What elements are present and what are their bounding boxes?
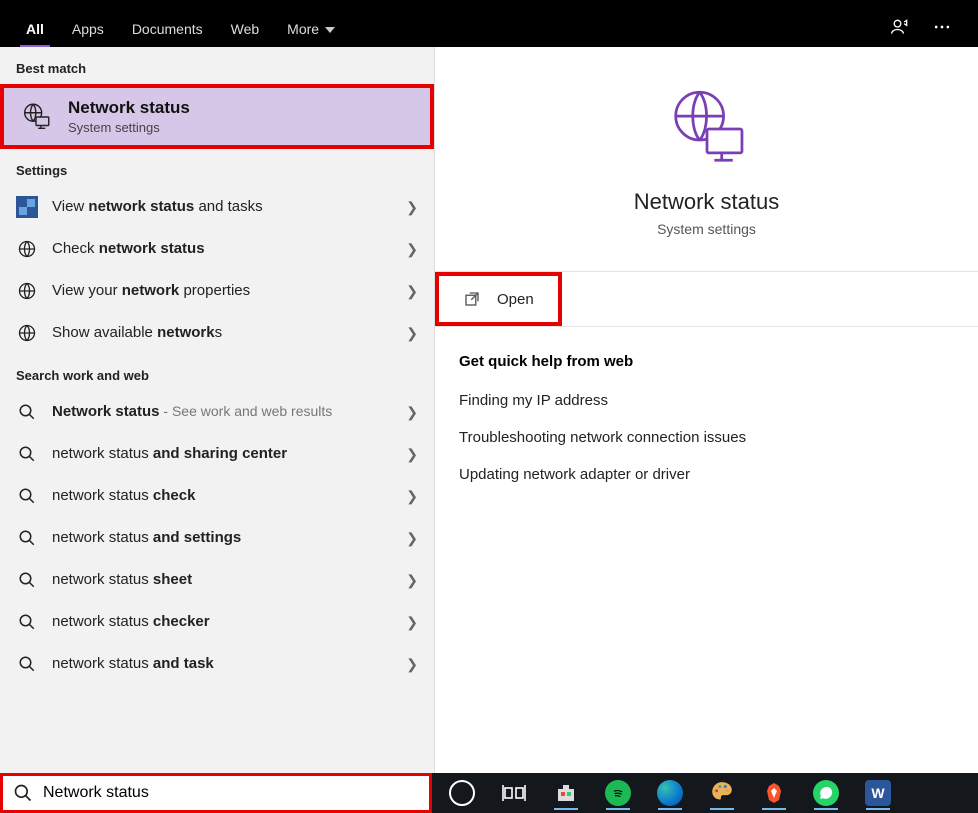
search-input[interactable] [43,784,419,802]
search-icon [13,783,33,803]
chevron-right-icon: ❯ [406,572,418,589]
taskbar-whatsapp-icon[interactable] [806,776,846,810]
more-options-icon[interactable] [932,17,952,37]
section-search-web: Search work and web [0,354,434,391]
tab-documents[interactable]: Documents [118,9,217,47]
taskbar-store-icon[interactable] [546,776,586,810]
taskbar-paint-icon[interactable] [702,776,742,810]
preview-subtitle: System settings [657,221,756,237]
search-icon [16,527,38,549]
search-icon [16,653,38,675]
search-icon [16,485,38,507]
globe-monitor-icon [18,99,54,135]
chevron-right-icon: ❯ [406,241,418,258]
globe-icon [16,280,38,302]
open-label: Open [497,291,534,308]
taskbar-brave-icon[interactable] [754,776,794,810]
globe-monitor-icon [661,83,753,175]
settings-result-view-your-network-properties[interactable]: View your network properties ❯ [0,270,434,312]
section-best-match: Best match [0,47,434,84]
web-result-check[interactable]: network status check ❯ [0,475,434,517]
chevron-right-icon: ❯ [406,656,418,673]
search-icon [16,401,38,423]
tab-all[interactable]: All [12,9,58,47]
help-link-finding-ip[interactable]: Finding my IP address [435,382,978,419]
web-result-and-task[interactable]: network status and task ❯ [0,643,434,685]
web-result-and-sharing-center[interactable]: network status and sharing center ❯ [0,433,434,475]
taskbar-edge-icon[interactable] [650,776,690,810]
chevron-right-icon: ❯ [406,530,418,547]
network-tile-icon [16,196,38,218]
taskbar: W [432,773,978,813]
tab-apps[interactable]: Apps [58,9,118,47]
globe-icon [16,322,38,344]
chevron-right-icon: ❯ [406,488,418,505]
results-panel: Best match Network status System setting… [0,47,435,773]
taskbar-spotify-icon[interactable] [598,776,638,810]
best-match-result[interactable]: Network status System settings [0,84,434,149]
web-result-sheet[interactable]: network status sheet ❯ [0,559,434,601]
help-link-update-adapter[interactable]: Updating network adapter or driver [435,456,978,493]
search-icon [16,443,38,465]
preview-title: Network status [634,189,780,215]
chevron-right-icon: ❯ [406,283,418,300]
chevron-right-icon: ❯ [406,446,418,463]
globe-icon [16,238,38,260]
search-scope-tabs: All Apps Documents Web More [0,0,978,47]
settings-result-check-network-status[interactable]: Check network status ❯ [0,228,434,270]
web-result-and-settings[interactable]: network status and settings ❯ [0,517,434,559]
preview-panel: Network status System settings Open Get … [435,47,978,773]
taskbar-task-view-icon[interactable] [494,776,534,810]
settings-result-show-available-networks[interactable]: Show available networks ❯ [0,312,434,354]
best-match-title: Network status [68,98,190,118]
chevron-right-icon: ❯ [406,199,418,216]
best-match-subtitle: System settings [68,120,190,135]
help-link-troubleshoot-connection[interactable]: Troubleshooting network connection issue… [435,419,978,456]
chevron-right-icon: ❯ [406,614,418,631]
search-icon [16,611,38,633]
chevron-right-icon: ❯ [406,404,418,421]
settings-result-view-network-status-and-tasks[interactable]: View network status and tasks ❯ [0,186,434,228]
search-box[interactable] [0,773,432,813]
open-button[interactable]: Open [439,276,558,322]
feedback-icon[interactable] [890,17,910,37]
tab-web[interactable]: Web [217,9,274,47]
search-icon [16,569,38,591]
taskbar-word-icon[interactable]: W [858,776,898,810]
taskbar-cortana-icon[interactable] [442,776,482,810]
web-result-network-status[interactable]: Network status - See work and web result… [0,391,434,433]
chevron-down-icon [325,27,335,33]
section-settings: Settings [0,149,434,186]
web-result-checker[interactable]: network status checker ❯ [0,601,434,643]
open-external-icon [463,290,481,308]
chevron-right-icon: ❯ [406,325,418,342]
help-section-title: Get quick help from web [435,327,978,382]
tab-more[interactable]: More [273,9,349,47]
